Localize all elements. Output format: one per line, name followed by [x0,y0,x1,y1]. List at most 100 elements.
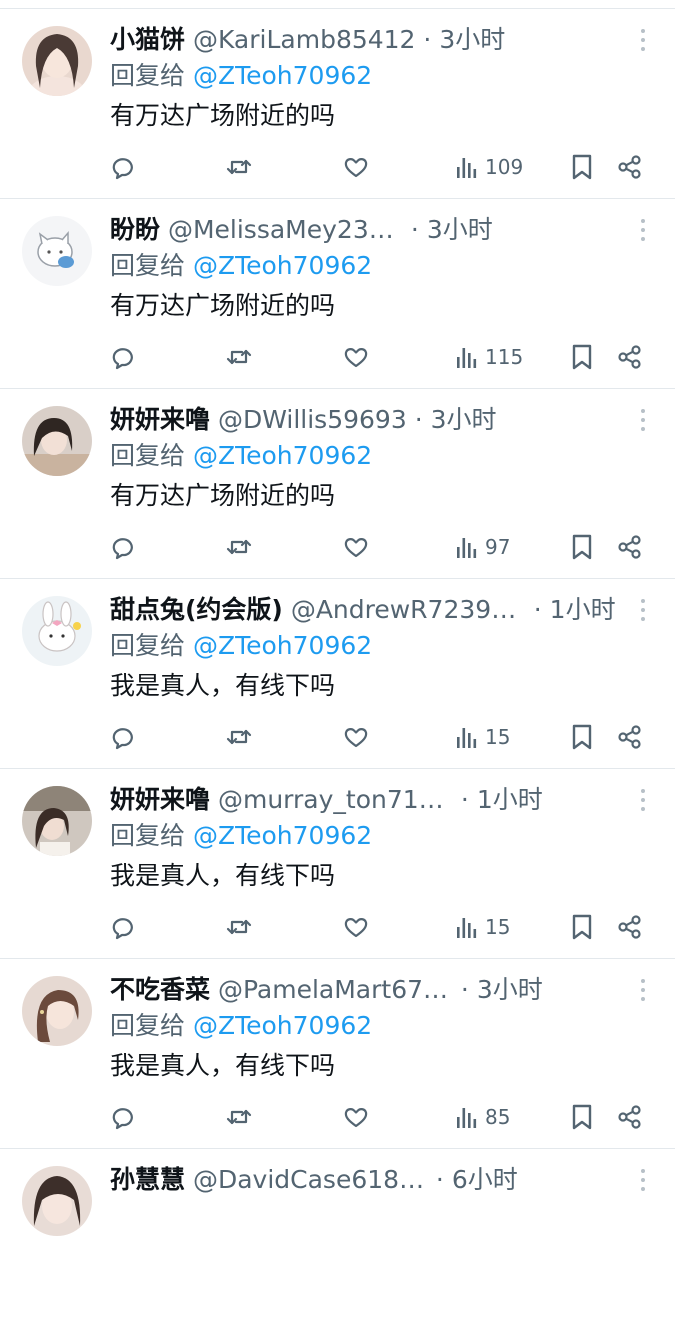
views-button[interactable]: 115 [454,339,523,375]
avatar[interactable] [22,26,92,96]
like-button[interactable] [342,1099,370,1135]
retweet-icon [226,349,252,365]
more-options-icon[interactable] [637,789,649,815]
reply-button[interactable] [110,719,138,755]
like-button[interactable] [342,909,370,945]
reply-item[interactable]: 小猫饼 @KariLamb85412 · 3小时 回复给 @ZTeoh70962… [0,9,675,199]
avatar[interactable] [22,976,92,1046]
bookmark-button[interactable] [568,529,596,565]
avatar[interactable] [22,1166,92,1236]
reply-feed: 小猫饼 @KariLamb85412 · 3小时 回复给 @ZTeoh70962… [0,9,675,1338]
display-name[interactable]: 妍妍来噜 [110,785,210,814]
reply-button[interactable] [110,909,138,945]
like-button[interactable] [342,149,370,185]
reply-to-mention[interactable]: @ZTeoh70962 [193,1011,372,1040]
timestamp[interactable]: 3小时 [431,405,497,434]
more-options-icon[interactable] [637,979,649,1005]
bookmark-button[interactable] [568,1099,596,1135]
reply-button[interactable] [110,339,138,375]
more-options-icon[interactable] [637,219,649,245]
user-handle[interactable]: @DWillis59693 [218,403,407,437]
views-button[interactable]: 85 [454,1099,510,1135]
reply-to-mention[interactable]: @ZTeoh70962 [193,631,372,660]
retweet-button[interactable] [225,529,253,565]
like-button[interactable] [342,339,370,375]
reply-to-mention[interactable]: @ZTeoh70962 [193,441,372,470]
reply-text: 有万达广场附近的吗 [110,101,336,130]
heart-icon [344,728,368,748]
retweet-icon [226,729,252,745]
reply-to-mention[interactable]: @ZTeoh70962 [193,251,372,280]
views-button[interactable]: 15 [454,909,510,945]
display-name[interactable]: 盼盼 [110,215,160,244]
reply-item[interactable]: 甜点兔(约会版) @AndrewR72391... · 1小时 回复给 @ZTe… [0,579,675,769]
bookmark-button[interactable] [568,149,596,185]
retweet-button[interactable] [225,909,253,945]
reply-to-label: 回复给 [110,821,186,850]
reply-item[interactable]: 妍妍来噜 @murray_ton71825 · 1小时 回复给 @ZTeoh70… [0,769,675,959]
timestamp[interactable]: 1小时 [477,785,543,814]
views-button[interactable]: 15 [454,719,510,755]
retweet-icon [226,159,252,175]
retweet-button[interactable] [225,149,253,185]
user-handle[interactable]: @DavidCase618903 [193,1163,428,1197]
user-handle[interactable]: @MelissaMey23895 [168,213,403,247]
share-button[interactable] [616,339,644,375]
retweet-button[interactable] [225,719,253,755]
more-options-icon[interactable] [637,29,649,55]
reply-button[interactable] [110,149,138,185]
timestamp[interactable]: 3小时 [477,975,543,1004]
views-button[interactable]: 97 [454,529,510,565]
separator-dot: · [435,1165,444,1194]
avatar[interactable] [22,406,92,476]
views-button[interactable]: 109 [454,149,523,185]
heart-icon [344,348,368,368]
share-button[interactable] [616,149,644,185]
like-button[interactable] [342,719,370,755]
reply-item[interactable]: 盼盼 @MelissaMey23895 · 3小时 回复给 @ZTeoh7096… [0,199,675,389]
timestamp[interactable]: 3小时 [427,215,493,244]
avatar[interactable] [22,596,92,666]
more-options-icon[interactable] [637,599,649,625]
display-name[interactable]: 妍妍来噜 [110,405,210,434]
bookmark-button[interactable] [568,909,596,945]
user-handle[interactable]: @AndrewR72391... [291,593,526,627]
bookmark-button[interactable] [568,339,596,375]
reply-item[interactable]: 孙慧慧 @DavidCase618903 · 6小时 [0,1149,675,1338]
like-button[interactable] [342,529,370,565]
user-handle[interactable]: @PamelaMart67507 [218,973,453,1007]
display-name[interactable]: 甜点兔(约会版) [110,595,283,624]
avatar[interactable] [22,216,92,286]
reply-item[interactable]: 不吃香菜 @PamelaMart67507 · 3小时 回复给 @ZTeoh70… [0,959,675,1149]
timestamp[interactable]: 1小时 [550,595,615,624]
display-name[interactable]: 不吃香菜 [110,975,210,1004]
bookmark-button[interactable] [568,719,596,755]
retweet-button[interactable] [225,1099,253,1135]
share-button[interactable] [616,1099,644,1135]
share-button[interactable] [616,719,644,755]
action-bar: 109 [0,149,675,185]
share-button[interactable] [616,529,644,565]
retweet-button[interactable] [225,339,253,375]
more-options-icon[interactable] [637,1169,649,1195]
share-icon [618,155,641,179]
user-handle[interactable]: @murray_ton71825 [218,783,453,817]
timestamp[interactable]: 6小时 [452,1165,518,1194]
reply-context: 回复给 @ZTeoh70962 [110,439,372,473]
share-icon [618,725,641,749]
reply-to-mention[interactable]: @ZTeoh70962 [193,61,372,90]
reply-context: 回复给 @ZTeoh70962 [110,1009,372,1043]
share-button[interactable] [616,909,644,945]
reply-button[interactable] [110,1099,138,1135]
reply-button[interactable] [110,529,138,565]
more-options-icon[interactable] [637,409,649,435]
display-name[interactable]: 孙慧慧 [110,1165,185,1194]
timestamp[interactable]: 3小时 [439,25,505,54]
user-handle[interactable]: @KariLamb85412 [193,23,416,57]
display-name[interactable]: 小猫饼 [110,25,185,54]
avatar[interactable] [22,786,92,856]
reply-item[interactable]: 妍妍来噜 @DWillis59693 · 3小时 回复给 @ZTeoh70962… [0,389,675,579]
heart-icon [344,158,368,178]
reply-to-mention[interactable]: @ZTeoh70962 [193,821,372,850]
reply-to-label: 回复给 [110,61,186,90]
